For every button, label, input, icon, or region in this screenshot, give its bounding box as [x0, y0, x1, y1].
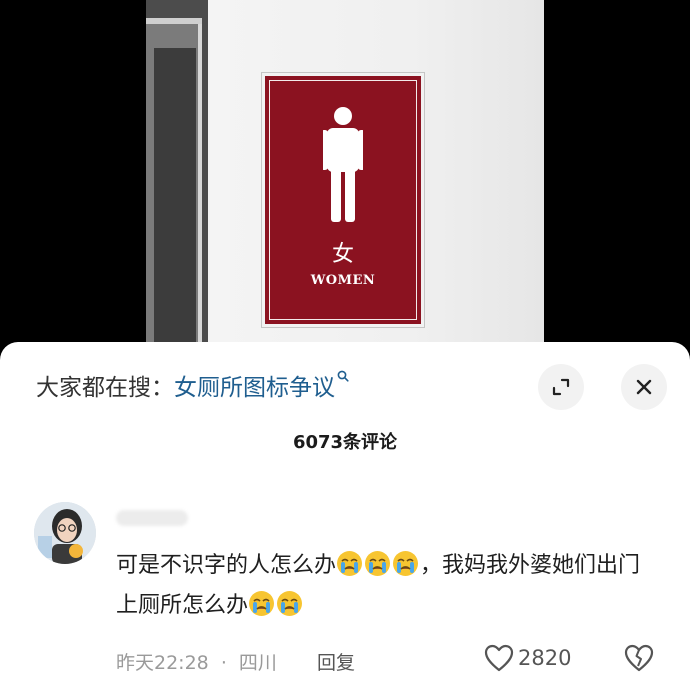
search-icon — [337, 370, 349, 382]
reply-button[interactable]: 回复 — [317, 652, 355, 674]
close-button[interactable] — [621, 364, 667, 410]
heart-icon — [484, 644, 514, 672]
crying-face-emoji — [249, 591, 275, 616]
doorway — [154, 48, 196, 343]
search-term-link[interactable]: 女厕所图标争议 — [174, 375, 335, 401]
avatar[interactable] — [34, 502, 96, 564]
search-prefix: 大家都在搜： — [36, 375, 174, 401]
video-area[interactable]: 女 WOMEN — [0, 0, 690, 345]
expand-button[interactable] — [538, 364, 584, 410]
sign-label: WOMEN — [310, 273, 376, 288]
like-button[interactable]: 2820 — [484, 644, 571, 672]
comment-text: 可是不识字的人怎么办 ，我妈我外婆她们出门上厕所怎么办 — [116, 546, 656, 626]
username-blurred[interactable] — [116, 510, 188, 526]
person-icon — [323, 107, 363, 222]
like-count: 2820 — [518, 646, 572, 670]
restroom-sign: 女 WOMEN — [262, 73, 424, 327]
comment-location: 四川 — [238, 652, 277, 674]
comment-text-part1: 可是不识字的人怎么办 — [116, 553, 337, 578]
meta-separator: · — [220, 652, 227, 674]
crying-face-emoji — [277, 591, 303, 616]
crying-face-emoji — [337, 551, 363, 576]
comment-panel: 大家都在搜：女厕所图标争议 6073条评论 可是不识字的人怎么办 ，我妈我外婆她们… — [0, 342, 690, 690]
avatar-image — [34, 502, 96, 564]
broken-heart-icon[interactable] — [624, 644, 654, 672]
comment-time: 昨天22:28 — [116, 652, 209, 674]
close-icon — [636, 379, 652, 395]
comment-meta: 昨天22:28 · 四川 回复 — [116, 648, 355, 675]
expand-icon — [552, 378, 570, 396]
crying-face-emoji — [393, 551, 419, 576]
trending-search[interactable]: 大家都在搜：女厕所图标争议 — [36, 368, 349, 402]
comment-count: 6073条评论 — [292, 432, 398, 453]
sign-character: 女 — [331, 242, 354, 267]
crying-face-emoji — [365, 551, 391, 576]
